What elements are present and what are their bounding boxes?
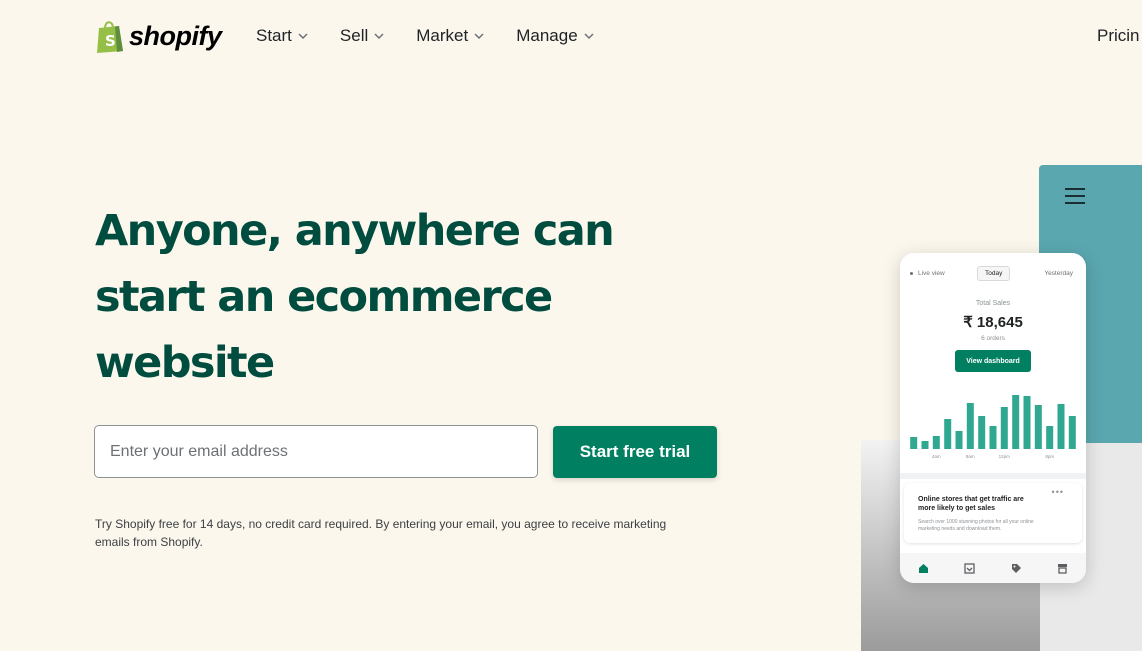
nav-item-sell[interactable]: Sell [340, 26, 384, 46]
divider [900, 473, 1086, 479]
shopify-bag-icon: S [97, 21, 123, 53]
chevron-down-icon [374, 33, 384, 40]
home-icon[interactable] [918, 563, 929, 574]
nav-item-market[interactable]: Market [416, 26, 484, 46]
chart-bar [989, 426, 997, 449]
insight-card-title: Online stores that get traffic are more … [918, 496, 1024, 512]
headline-line: start an ecommerce [95, 272, 553, 322]
chart-bar [1068, 416, 1076, 449]
chart-tick-label: 8pm [1045, 454, 1054, 459]
chart-bar [1012, 395, 1020, 449]
chart-tick-label: 12pm [999, 454, 1011, 459]
chevron-down-icon [474, 33, 484, 40]
nav-item-start[interactable]: Start [256, 26, 308, 46]
phone-mockup: Live view Today Yesterday Total Sales ₹ … [900, 253, 1086, 583]
view-dashboard-button[interactable]: View dashboard [955, 350, 1031, 372]
shopify-logo[interactable]: S shopify [95, 19, 222, 53]
email-input[interactable] [94, 425, 538, 478]
chart-bar [921, 441, 929, 449]
tab-yesterday[interactable]: Yesterday [1044, 270, 1073, 277]
chart-bar [944, 419, 952, 449]
disclaimer-text: Try Shopify free for 14 days, no credit … [95, 517, 667, 549]
insight-card-body: Search over 1000 stunning photos for all… [918, 519, 1034, 532]
nav-item-label: Start [256, 26, 292, 45]
orders-count: 6 orders [981, 335, 1005, 342]
logo-wordmark: shopify [129, 20, 222, 51]
chart-bar [1034, 405, 1042, 449]
chart-bar [1000, 407, 1008, 449]
chart-bar [1046, 426, 1054, 449]
chevron-down-icon [584, 33, 594, 40]
chart-tick-label: 4am [932, 454, 941, 459]
orders-icon[interactable] [964, 562, 975, 574]
tag-icon[interactable] [1011, 563, 1022, 574]
insight-card[interactable]: Online stores that get traffic are more … [904, 483, 1082, 543]
chart-bar [978, 416, 986, 449]
more-options-icon[interactable]: ••• [1052, 487, 1064, 497]
headline-line: Anyone, anywhere can [95, 206, 615, 256]
total-sales-label: Total Sales [975, 300, 1011, 307]
nav-item-label: Sell [339, 26, 369, 45]
chart-bar [1023, 396, 1031, 449]
phone-bottom-nav [900, 553, 1086, 583]
chart-bar [1057, 404, 1065, 449]
tab-live-view[interactable]: Live view [910, 270, 945, 277]
chart-bar [966, 403, 974, 449]
chart-bar [932, 436, 940, 449]
chevron-down-icon [298, 33, 308, 40]
sales-bar-chart: 4am 8am 12pm 8pm [910, 395, 1076, 459]
phone-tabs: Live view Today Yesterday [900, 266, 1086, 282]
store-icon[interactable] [1057, 563, 1068, 574]
total-sales-value: ₹ 18,645 [963, 314, 1023, 331]
menu-icon[interactable] [1065, 188, 1085, 204]
svg-text:S: S [105, 32, 116, 50]
hero-headline: Anyone, anywhere can start an ecommerce … [95, 198, 715, 396]
chart-bar [955, 431, 963, 449]
nav-item-label: Market [416, 26, 469, 45]
chart-tick-label: 8am [966, 454, 975, 459]
start-free-trial-button[interactable]: Start free trial [553, 426, 717, 478]
nav-item-manage[interactable]: Manage [516, 26, 594, 46]
chart-bar [910, 437, 918, 449]
nav-link-pricing[interactable]: Pricin [1097, 26, 1140, 46]
nav-item-label: Manage [516, 26, 578, 45]
main-nav: Start Sell Market Manage [256, 26, 626, 46]
tab-today[interactable]: Today [977, 266, 1011, 281]
headline-line: website [95, 338, 275, 388]
